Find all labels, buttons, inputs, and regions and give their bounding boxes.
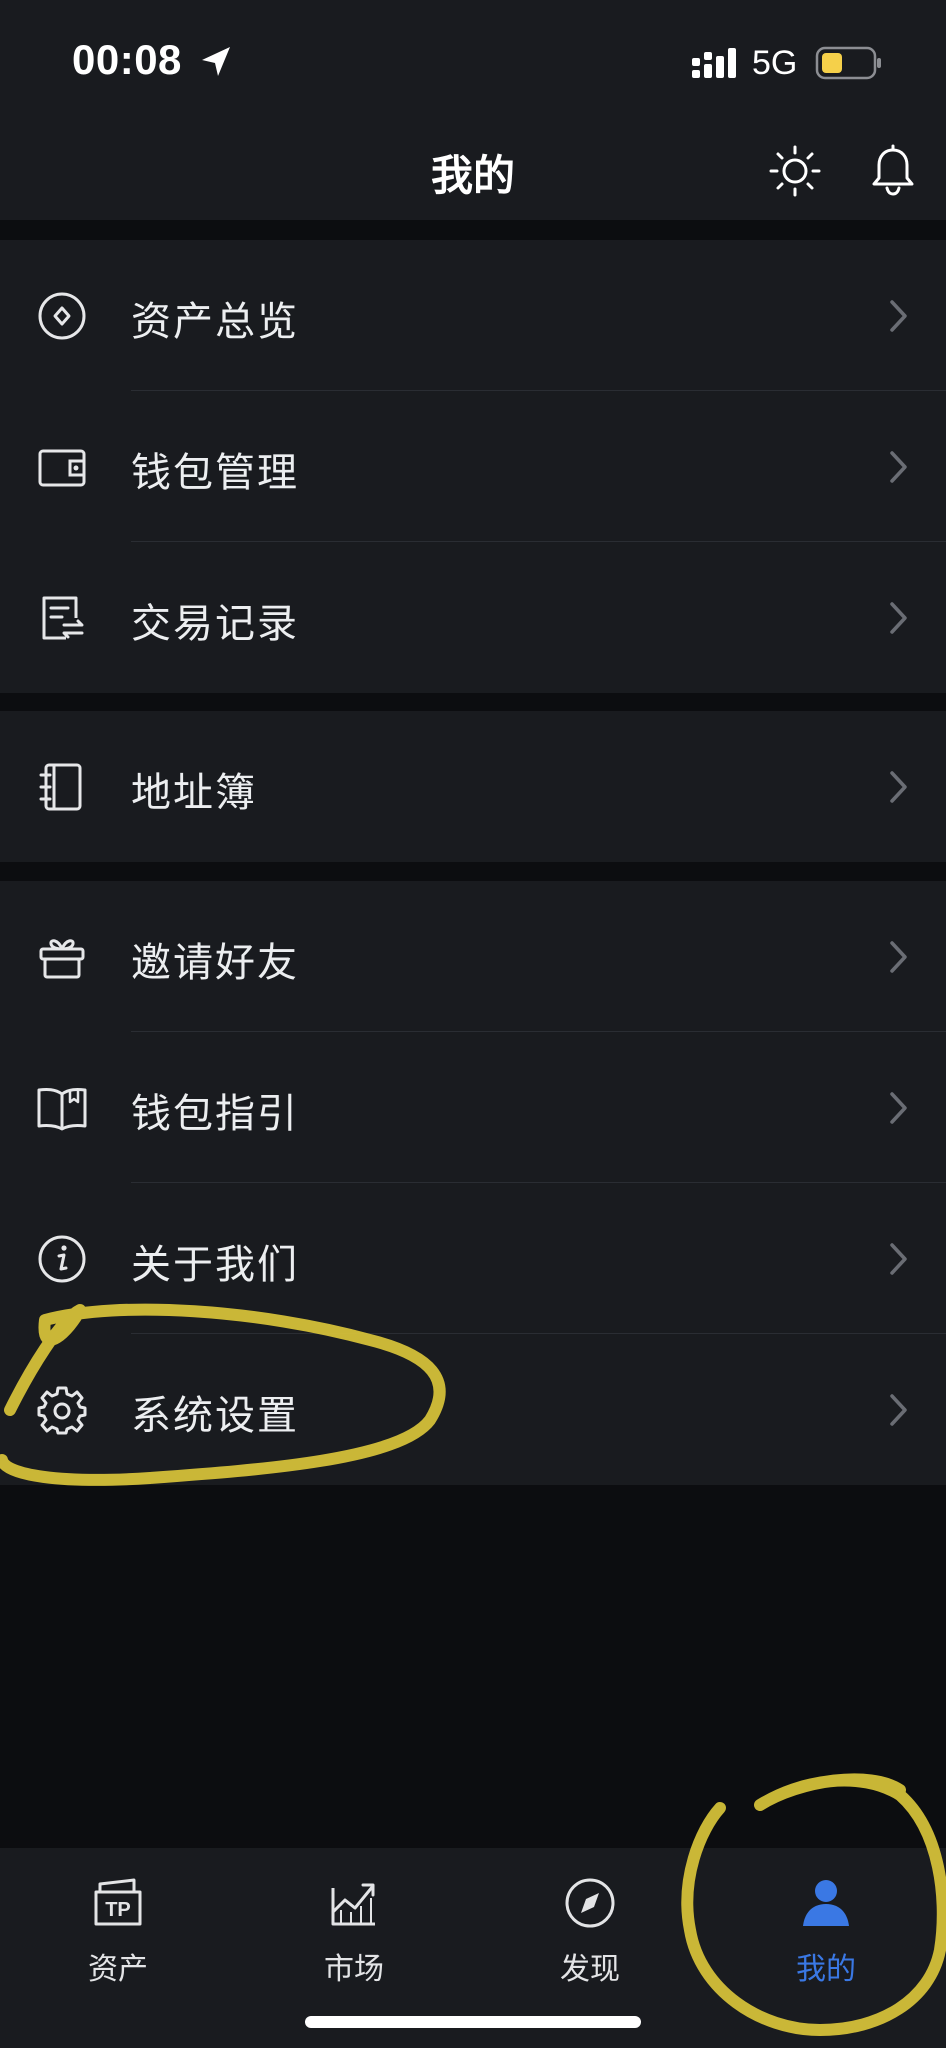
menu-item-about-us[interactable]: 关于我们 <box>0 1183 946 1334</box>
home-indicator <box>305 2016 641 2028</box>
info-icon <box>38 1235 86 1283</box>
svg-text:TP: TP <box>105 1899 131 1921</box>
chevron-right-icon <box>890 941 907 973</box>
menu-item-label: 钱包指引 <box>131 1091 299 1137</box>
tab-label: 我的 <box>796 1952 856 1987</box>
network-type: 5G <box>752 44 798 82</box>
tab-discover[interactable]: 发现 <box>472 1866 708 1987</box>
compass-icon <box>565 1878 615 1928</box>
menu-group-account: 资产总览 钱包管理 交易记录 <box>0 240 946 693</box>
chevron-right-icon <box>890 1092 907 1124</box>
menu-item-label: 钱包管理 <box>131 450 299 496</box>
menu-item-system-settings[interactable]: 系统设置 <box>0 1334 946 1485</box>
menu-item-label: 邀请好友 <box>131 940 299 986</box>
menu-item-label: 系统设置 <box>131 1393 299 1439</box>
book-icon <box>37 1088 87 1131</box>
sun-icon[interactable] <box>768 144 822 198</box>
location-arrow-icon <box>202 47 230 76</box>
tab-market[interactable]: 市场 <box>236 1866 472 1987</box>
menu-item-label: 交易记录 <box>131 601 299 647</box>
tp-wallet-icon: TP <box>94 1878 142 1926</box>
signal-bars-icon <box>692 48 736 78</box>
chevron-right-icon <box>890 1394 907 1426</box>
address-book-icon <box>39 763 82 811</box>
market-chart-icon <box>331 1883 375 1926</box>
tab-label: 发现 <box>560 1952 620 1987</box>
bell-icon[interactable] <box>866 144 920 198</box>
person-icon <box>803 1880 849 1926</box>
tab-label: 资产 <box>88 1952 148 1987</box>
gear-icon <box>37 1386 87 1435</box>
chevron-right-icon <box>890 1243 907 1275</box>
menu-group-general: 邀请好友 钱包指引 关于我们 系统设置 <box>0 881 946 1485</box>
status-bar: 00:08 5G <box>0 0 946 120</box>
gift-icon <box>39 939 85 979</box>
tab-assets[interactable]: TP 资产 <box>0 1866 236 1987</box>
menu-item-wallet-management[interactable]: 钱包管理 <box>0 391 946 542</box>
chevron-right-icon <box>890 602 907 634</box>
battery-icon <box>815 46 881 80</box>
chevron-right-icon <box>890 771 907 803</box>
menu-item-asset-overview[interactable]: 资产总览 <box>0 240 946 391</box>
tab-label: 市场 <box>324 1952 384 1987</box>
status-time: 00:08 <box>72 36 182 83</box>
tab-mine[interactable]: 我的 <box>708 1866 944 1987</box>
chevron-right-icon <box>890 300 907 332</box>
menu-item-label: 资产总览 <box>131 299 299 345</box>
menu-item-wallet-guide[interactable]: 钱包指引 <box>0 1032 946 1183</box>
transaction-record-icon <box>42 596 84 640</box>
menu-item-invite-friends[interactable]: 邀请好友 <box>0 881 946 1032</box>
nav-bar: 我的 <box>0 120 946 220</box>
chevron-right-icon <box>890 451 907 483</box>
menu-item-transaction-record[interactable]: 交易记录 <box>0 542 946 693</box>
menu-item-label: 关于我们 <box>131 1242 299 1288</box>
menu-group-address: 地址簿 <box>0 711 946 862</box>
asset-overview-icon <box>38 292 86 340</box>
menu-item-address-book[interactable]: 地址簿 <box>0 711 946 862</box>
wallet-icon <box>38 449 86 487</box>
menu-item-label: 地址簿 <box>131 770 257 816</box>
